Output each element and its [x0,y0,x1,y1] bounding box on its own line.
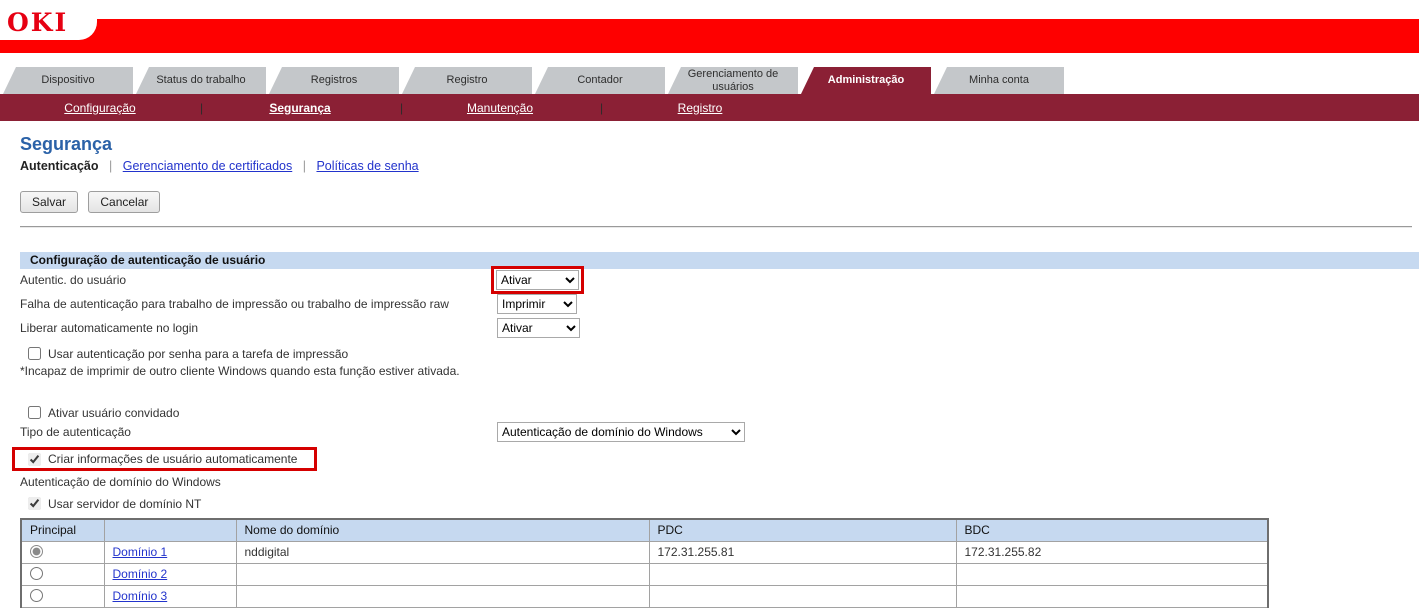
oki-logo: OKI [0,0,97,37]
tab-contador[interactable]: Contador [535,67,665,94]
create-user-checkbox[interactable] [28,453,41,466]
domain-table: Principal Nome do domínio PDC BDC Domíni… [20,518,1269,608]
row-guest-user: Ativar usuário convidado [20,404,1419,421]
link-politicas-de-senha[interactable]: Políticas de senha [316,159,418,173]
user-auth-select[interactable]: Ativar [496,270,579,290]
domain-1-pdc: 172.31.255.81 [649,541,956,563]
domain-2-link[interactable]: Domínio 2 [113,567,168,581]
security-section-links: Autenticação | Gerenciamento de certific… [20,159,1419,173]
nt-domain-label: Usar servidor de domínio NT [48,497,201,511]
subnav-registro[interactable]: Registro [678,101,723,115]
col-bdc: BDC [956,519,1268,541]
windows-client-note: *Incapaz de imprimir de outro cliente Wi… [20,364,1419,378]
windows-domain-auth-label: Autenticação de domínio do Windows [20,474,1419,491]
domain-2-bdc [956,563,1268,585]
highlight-box-create-user: Criar informações de usuário automaticam… [12,447,317,471]
domain-1-link[interactable]: Domínio 1 [113,545,168,559]
col-principal: Principal [21,519,104,541]
table-row-domain-2: Domínio 2 [21,563,1268,585]
table-row-domain-1: Domínio 1 nddigital 172.31.255.81 172.31… [21,541,1268,563]
col-domain-name: Nome do domínio [236,519,649,541]
create-user-label: Criar informações de usuário automaticam… [48,452,297,466]
domain-2-name [236,563,649,585]
subnav-manutencao[interactable]: Manutenção [467,101,533,115]
row-password-auth: Usar autenticação por senha para a taref… [20,345,1419,362]
col-domain-link [104,519,236,541]
link-separator: | [303,159,306,173]
subnav-seguranca[interactable]: Segurança [269,101,330,115]
subnav-configuracao[interactable]: Configuração [64,101,135,115]
divider-rule [20,226,1412,228]
auth-failure-select[interactable]: Imprimir [497,294,577,314]
tab-registros[interactable]: Registros [269,67,399,94]
tab-dispositivo[interactable]: Dispositivo [3,67,133,94]
save-button[interactable]: Salvar [20,191,78,213]
nt-domain-checkbox[interactable] [28,497,41,510]
main-content: Segurança Autenticação | Gerenciamento d… [0,133,1419,608]
auth-failure-label: Falha de autenticação para trabalho de i… [20,297,449,311]
auto-release-select[interactable]: Ativar [497,318,580,338]
admin-subnav: Configuração | Segurança | Manutenção | … [0,94,1419,121]
principal-radio-2[interactable] [30,567,43,580]
highlight-box-user-auth: Ativar [491,266,584,294]
page-title: Segurança [20,133,1419,155]
auth-type-select[interactable]: Autenticação de domínio do Windows [497,422,745,442]
row-user-auth: Autentic. do usuário Ativar [20,269,1419,293]
guest-user-checkbox[interactable] [28,406,41,419]
tab-status-do-trabalho[interactable]: Status do trabalho [136,67,266,94]
principal-radio-1[interactable] [30,545,43,558]
col-pdc: PDC [649,519,956,541]
domain-table-header-row: Principal Nome do domínio PDC BDC [21,519,1268,541]
principal-radio-3[interactable] [30,589,43,602]
domain-1-bdc: 172.31.255.82 [956,541,1268,563]
tab-registro[interactable]: Registro [402,67,532,94]
link-gerenciamento-certificados[interactable]: Gerenciamento de certificados [123,159,293,173]
tab-administracao[interactable]: Administração [801,67,931,94]
guest-user-label: Ativar usuário convidado [48,406,179,420]
auth-type-label: Tipo de autenticação [20,425,131,439]
domain-3-link[interactable]: Domínio 3 [113,589,168,603]
password-auth-checkbox[interactable] [28,347,41,360]
domain-3-bdc [956,585,1268,607]
row-nt-domain: Usar servidor de domínio NT [20,495,1419,512]
cancel-button[interactable]: Cancelar [88,191,160,213]
tab-gerenciamento-de-usuarios[interactable]: Gerenciamento de usuários [668,67,798,94]
section-header-user-auth: Configuração de autenticação de usuário [20,252,1419,269]
link-autenticacao: Autenticação [20,159,99,173]
row-auto-release: Liberar automaticamente no login Ativar [20,317,1419,341]
row-auth-type: Tipo de autenticação Autenticação de dom… [20,421,1419,445]
user-auth-label: Autentic. do usuário [20,273,126,287]
header-banner: OKI [0,0,1419,53]
action-buttons: Salvar Cancelar [20,191,1419,213]
domain-3-name [236,585,649,607]
tab-minha-conta[interactable]: Minha conta [934,67,1064,94]
red-banner-bar [0,19,1419,53]
link-separator: | [109,159,112,173]
main-tab-bar: Dispositivo Status do trabalho Registros… [3,67,1419,94]
table-row-domain-3: Domínio 3 [21,585,1268,607]
auto-release-label: Liberar automaticamente no login [20,321,198,335]
domain-3-pdc [649,585,956,607]
logo-plate: OKI [0,0,97,40]
password-auth-label: Usar autenticação por senha para a taref… [48,347,348,361]
row-auth-failure: Falha de autenticação para trabalho de i… [20,293,1419,317]
domain-1-name: nddigital [236,541,649,563]
domain-2-pdc [649,563,956,585]
